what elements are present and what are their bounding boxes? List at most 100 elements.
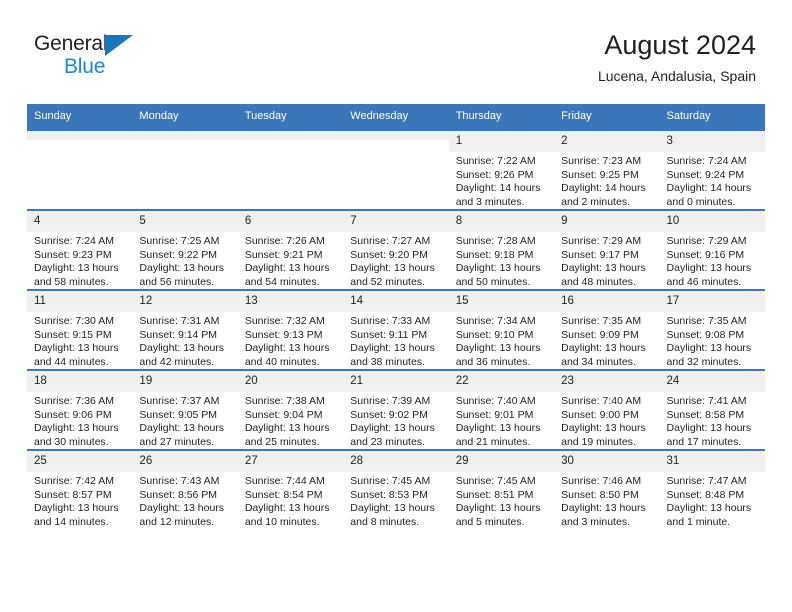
sunrise-text: Sunrise: 7:22 AM	[455, 155, 536, 167]
sunset-text: Sunset: 9:23 PM	[34, 248, 112, 261]
day-number: 19	[132, 371, 238, 392]
brand-logo[interactable]: General Blue	[34, 32, 154, 82]
calendar-day-cell[interactable]: 25 Sunrise: 7:42 AM Sunset: 8:57 PM Dayligh…	[27, 449, 133, 529]
calendar-day-cell[interactable]: 5 Sunrise: 7:25 AM Sunset: 9:22 PM Daylight…	[132, 209, 238, 290]
day-number: 9	[554, 211, 660, 232]
calendar-day-cell[interactable]: 9 Sunrise: 7:29 AM Sunset: 9:17 PM Daylight…	[554, 209, 660, 290]
daylight-text: Daylight: 13 hours and 48 minutes.	[561, 262, 646, 288]
sunset-text: Sunset: 9:14 PM	[139, 328, 218, 341]
calendar-day-cell[interactable]: 29 Sunrise: 7:45 AM Sunset: 8:51 PM Dayligh…	[448, 449, 555, 529]
day-number: 3	[659, 131, 765, 152]
calendar-day-cell[interactable]: 15 Sunrise: 7:34 AM Sunset: 9:10 PM Dayligh…	[448, 289, 555, 370]
day-sun-info: Sunrise: 7:35 AM Sunset: 9:09 PM Daylight:…	[554, 312, 659, 369]
title-block: August 2024 Lucena, Andalusia, Spain	[598, 28, 756, 85]
sunrise-text: Sunrise: 7:42 AM	[34, 475, 114, 487]
day-sun-info: Sunrise: 7:37 AM Sunset: 9:05 PM Daylight:…	[132, 392, 237, 449]
page-header: General Blue August 2024 Lucena, Andalus…	[0, 0, 792, 100]
calendar-day-cell[interactable]: 27 Sunrise: 7:44 AM Sunset: 8:54 PM Dayligh…	[237, 449, 344, 529]
day-sun-info: Sunrise: 7:43 AM Sunset: 8:56 PM Daylight:…	[132, 472, 237, 529]
calendar-day-cell[interactable]: 12 Sunrise: 7:31 AM Sunset: 9:14 PM Dayligh…	[132, 289, 238, 370]
calendar-day-cell[interactable]: 1 Sunrise: 7:22 AM Sunset: 9:26 PM Daylight…	[448, 129, 555, 210]
calendar-day-cell[interactable]: 30 Sunrise: 7:46 AM Sunset: 8:50 PM Dayligh…	[554, 449, 660, 529]
calendar-day-cell[interactable]: 19 Sunrise: 7:37 AM Sunset: 9:05 PM Dayligh…	[132, 369, 238, 450]
calendar-day-cell[interactable]: 26 Sunrise: 7:43 AM Sunset: 8:56 PM Dayligh…	[132, 449, 238, 529]
daylight-text: Daylight: 13 hours and 32 minutes.	[666, 342, 752, 368]
brand-name-blue: Blue	[64, 55, 106, 78]
sunrise-text: Sunrise: 7:29 AM	[666, 235, 747, 247]
day-sun-info: Sunrise: 7:26 AM Sunset: 9:21 PM Daylight:…	[238, 232, 343, 289]
daylight-text: Daylight: 13 hours and 17 minutes.	[666, 422, 752, 448]
calendar-day-cell[interactable]: 8 Sunrise: 7:28 AM Sunset: 9:18 PM Daylight…	[448, 209, 555, 290]
calendar-day-cell[interactable]: 11 Sunrise: 7:30 AM Sunset: 9:15 PM Dayligh…	[27, 289, 133, 370]
calendar-day-cell[interactable]: 24 Sunrise: 7:41 AM Sunset: 8:58 PM Dayligh…	[659, 369, 765, 450]
calendar-day-cell[interactable]: 22 Sunrise: 7:40 AM Sunset: 9:01 PM Dayligh…	[448, 369, 555, 450]
calendar-day-cell[interactable]: 21 Sunrise: 7:39 AM Sunset: 9:02 PM Dayligh…	[343, 369, 449, 450]
day-sun-info: Sunrise: 7:22 AM Sunset: 9:26 PM Daylight:…	[449, 152, 554, 209]
daylight-text: Daylight: 14 hours and 3 minutes.	[455, 182, 541, 208]
calendar-day-cell[interactable]: 3 Sunrise: 7:24 AM Sunset: 9:24 PM Daylight…	[659, 129, 765, 210]
daylight-text: Daylight: 13 hours and 19 minutes.	[561, 422, 646, 448]
day-sun-info: Sunrise: 7:29 AM Sunset: 9:16 PM Daylight:…	[660, 232, 765, 289]
sunrise-text: Sunrise: 7:40 AM	[455, 395, 536, 407]
calendar-week-row: 1 Sunrise: 7:22 AM Sunset: 9:26 PM Daylight…	[27, 129, 765, 210]
calendar-day-cell[interactable]: 23 Sunrise: 7:40 AM Sunset: 9:00 PM Dayligh…	[554, 369, 660, 450]
sunrise-text: Sunrise: 7:37 AM	[139, 395, 220, 407]
sunset-text: Sunset: 8:50 PM	[561, 488, 639, 501]
calendar-day-cell-empty	[27, 129, 133, 210]
sunset-text: Sunset: 8:54 PM	[244, 488, 323, 501]
calendar-day-cell[interactable]: 10 Sunrise: 7:29 AM Sunset: 9:16 PM Dayligh…	[659, 209, 765, 290]
calendar-day-cell[interactable]: 2 Sunrise: 7:23 AM Sunset: 9:25 PM Daylight…	[554, 129, 660, 210]
sunrise-text: Sunrise: 7:35 AM	[561, 315, 642, 327]
sunrise-text: Sunrise: 7:45 AM	[455, 475, 536, 487]
sunrise-text: Sunrise: 7:32 AM	[244, 315, 325, 327]
sunset-text: Sunset: 8:53 PM	[350, 488, 428, 501]
calendar-day-cell[interactable]: 18 Sunrise: 7:36 AM Sunset: 9:06 PM Dayligh…	[27, 369, 133, 450]
daylight-text: Daylight: 13 hours and 5 minutes.	[455, 502, 541, 528]
sunrise-text: Sunrise: 7:31 AM	[139, 315, 220, 327]
calendar-day-cell[interactable]: 4 Sunrise: 7:24 AM Sunset: 9:23 PM Daylight…	[27, 209, 133, 290]
calendar-day-cell[interactable]: 20 Sunrise: 7:38 AM Sunset: 9:04 PM Dayligh…	[237, 369, 344, 450]
sunset-text: Sunset: 9:16 PM	[666, 248, 745, 261]
daylight-text: Daylight: 13 hours and 30 minutes.	[34, 422, 119, 448]
sunrise-text: Sunrise: 7:35 AM	[666, 315, 747, 327]
day-number	[132, 131, 238, 140]
daylight-text: Daylight: 13 hours and 50 minutes.	[455, 262, 541, 288]
calendar-day-cell[interactable]: 31 Sunrise: 7:47 AM Sunset: 8:48 PM Dayligh…	[659, 449, 765, 529]
daylight-text: Daylight: 13 hours and 3 minutes.	[561, 502, 646, 528]
sunset-text: Sunset: 9:13 PM	[244, 328, 323, 341]
weekday-header-friday: Friday	[554, 104, 660, 130]
day-sun-info: Sunrise: 7:35 AM Sunset: 9:08 PM Daylight:…	[660, 312, 765, 369]
sunset-text: Sunset: 8:58 PM	[666, 408, 745, 421]
daylight-text: Daylight: 13 hours and 46 minutes.	[666, 262, 752, 288]
day-sun-info: Sunrise: 7:46 AM Sunset: 8:50 PM Daylight:…	[554, 472, 659, 529]
sunrise-text: Sunrise: 7:29 AM	[561, 235, 642, 247]
sunset-text: Sunset: 9:22 PM	[139, 248, 218, 261]
day-sun-info: Sunrise: 7:38 AM Sunset: 9:04 PM Daylight:…	[238, 392, 343, 449]
page-subtitle: Lucena, Andalusia, Spain	[597, 68, 756, 84]
calendar-day-cell[interactable]: 13 Sunrise: 7:32 AM Sunset: 9:13 PM Dayligh…	[237, 289, 344, 370]
calendar-day-cell[interactable]: 14 Sunrise: 7:33 AM Sunset: 9:11 PM Dayligh…	[343, 289, 449, 370]
day-number	[237, 131, 344, 140]
calendar-day-cell-empty	[132, 129, 238, 210]
day-sun-info: Sunrise: 7:27 AM Sunset: 9:20 PM Daylight:…	[343, 232, 448, 289]
day-number: 20	[237, 371, 344, 392]
day-number: 17	[659, 291, 765, 312]
calendar-day-cell[interactable]: 6 Sunrise: 7:26 AM Sunset: 9:21 PM Daylight…	[237, 209, 344, 290]
calendar-day-cell[interactable]: 17 Sunrise: 7:35 AM Sunset: 9:08 PM Dayligh…	[659, 289, 765, 370]
calendar-day-cell[interactable]: 16 Sunrise: 7:35 AM Sunset: 9:09 PM Dayligh…	[554, 289, 660, 370]
weekday-header-sunday: Sunday	[27, 104, 133, 130]
day-number: 5	[132, 211, 238, 232]
day-number: 27	[237, 451, 344, 472]
brand-name-general: General	[34, 32, 108, 55]
sunrise-text: Sunrise: 7:47 AM	[666, 475, 747, 487]
daylight-text: Daylight: 14 hours and 0 minutes.	[666, 182, 752, 208]
calendar-day-cell[interactable]: 7 Sunrise: 7:27 AM Sunset: 9:20 PM Daylight…	[343, 209, 449, 290]
daylight-text: Daylight: 13 hours and 54 minutes.	[244, 262, 330, 288]
day-number	[27, 131, 133, 140]
sunrise-text: Sunrise: 7:39 AM	[350, 395, 431, 407]
sunrise-text: Sunrise: 7:43 AM	[139, 475, 220, 487]
calendar-day-cell[interactable]: 28 Sunrise: 7:45 AM Sunset: 8:53 PM Dayligh…	[343, 449, 449, 529]
day-sun-info: Sunrise: 7:24 AM Sunset: 9:24 PM Daylight:…	[660, 152, 765, 209]
weekday-header-monday: Monday	[132, 104, 238, 130]
sunset-text: Sunset: 9:21 PM	[244, 248, 323, 261]
